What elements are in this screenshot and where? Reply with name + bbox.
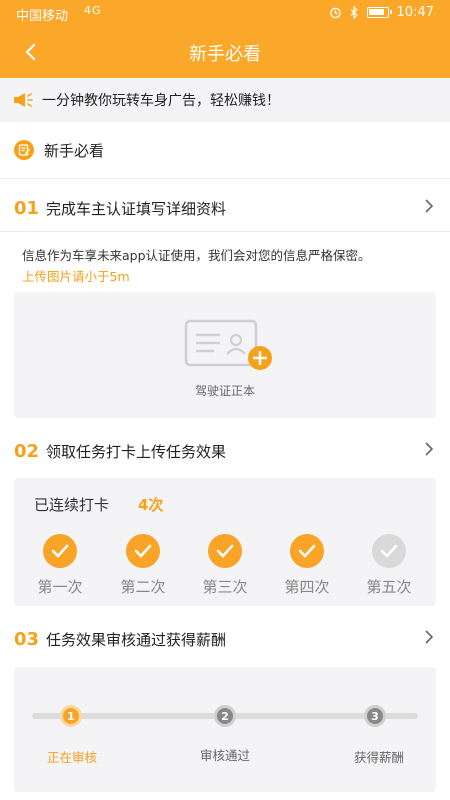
checkin-day-label: 第四次 xyxy=(284,578,330,596)
chevron-right-icon xyxy=(425,630,434,644)
step-3-number: 03 xyxy=(14,628,40,650)
step-3-row[interactable]: 03 任务效果审核通过获得薪酬 xyxy=(0,617,450,661)
notepad-icon xyxy=(14,140,34,160)
checkin-day-5: 第五次 xyxy=(357,534,421,597)
guide-title: 新手必看 xyxy=(44,141,105,160)
checkin-day-label: 第一次 xyxy=(37,578,83,596)
notice-bar[interactable]: 一分钟教你玩转车身广告，轻松赚钱！ xyxy=(0,78,450,122)
nav-bar: 新手必看 xyxy=(0,28,450,76)
checkin-day-label: 第三次 xyxy=(202,578,248,596)
chevron-right-icon xyxy=(425,199,434,213)
step-1-row[interactable]: 01 完成车主认证填写详细资料 xyxy=(0,186,450,230)
guide-header: 新手必看 xyxy=(0,132,450,168)
checkin-day-3: 第三次 xyxy=(193,534,257,597)
review-progress-card: 1 2 3 正在审核 审核通过 获得薪酬 xyxy=(14,667,436,792)
status-time: 10:47 xyxy=(396,5,434,20)
status-bar: 中国移动 4G 10:47 xyxy=(0,0,450,26)
checkin-day-label: 第二次 xyxy=(120,578,166,596)
checkin-label: 已连续打卡 xyxy=(34,496,110,514)
step-1-title: 完成车主认证填写详细资料 xyxy=(46,199,227,218)
id-card-upload-icon xyxy=(184,319,272,370)
chevron-right-icon xyxy=(425,442,434,456)
checkin-day-label: 第五次 xyxy=(366,578,412,596)
check-icon xyxy=(290,534,324,568)
progress-label-3: 获得薪酬 xyxy=(353,750,404,765)
license-upload-box[interactable]: 驾驶证正本 xyxy=(14,292,436,418)
progress-step-3: 3 xyxy=(364,705,386,727)
checkin-day-1: 第一次 xyxy=(28,534,92,597)
checkin-count: 4次 xyxy=(138,496,164,514)
check-icon xyxy=(126,534,160,568)
divider xyxy=(0,231,450,232)
check-icon xyxy=(43,534,77,568)
step-2-title: 领取任务打卡上传任务效果 xyxy=(46,442,227,461)
divider xyxy=(0,178,450,179)
privacy-info-text: 信息作为车享未来app认证使用，我们会对您的信息严格保密。 xyxy=(22,248,371,263)
bluetooth-icon xyxy=(350,6,358,19)
notice-text: 一分钟教你玩转车身广告，轻松赚钱！ xyxy=(42,93,280,109)
progress-step-1: 1 xyxy=(60,705,82,727)
check-icon xyxy=(372,534,406,568)
step-2-row[interactable]: 02 领取任务打卡上传任务效果 xyxy=(0,429,450,473)
check-icon xyxy=(208,534,242,568)
progress-label-2: 审核通过 xyxy=(199,748,250,763)
carrier-name: 中国移动 xyxy=(16,9,69,24)
alarm-icon xyxy=(329,7,341,19)
checkin-day-2: 第二次 xyxy=(111,534,175,597)
network-type: 4G xyxy=(84,4,102,17)
megaphone-icon xyxy=(14,93,33,107)
app-header: 中国移动 4G 10:47 新手必看 xyxy=(0,0,450,78)
progress-label-1: 正在审核 xyxy=(46,750,97,765)
checkin-day-4: 第四次 xyxy=(275,534,339,597)
step-3-title: 任务效果审核通过获得薪酬 xyxy=(46,630,227,649)
upload-size-warning: 上传图片请小于5m xyxy=(22,269,130,284)
page-title: 新手必看 xyxy=(189,44,261,65)
progress-step-2: 2 xyxy=(214,705,236,727)
license-caption: 驾驶证正本 xyxy=(194,384,255,398)
step-1-number: 01 xyxy=(14,197,40,219)
step-2-number: 02 xyxy=(14,440,40,462)
battery-icon xyxy=(366,7,392,18)
checkin-card: 已连续打卡 4次 第一次 第二次 第三次 第四次 第五次 xyxy=(14,478,436,606)
